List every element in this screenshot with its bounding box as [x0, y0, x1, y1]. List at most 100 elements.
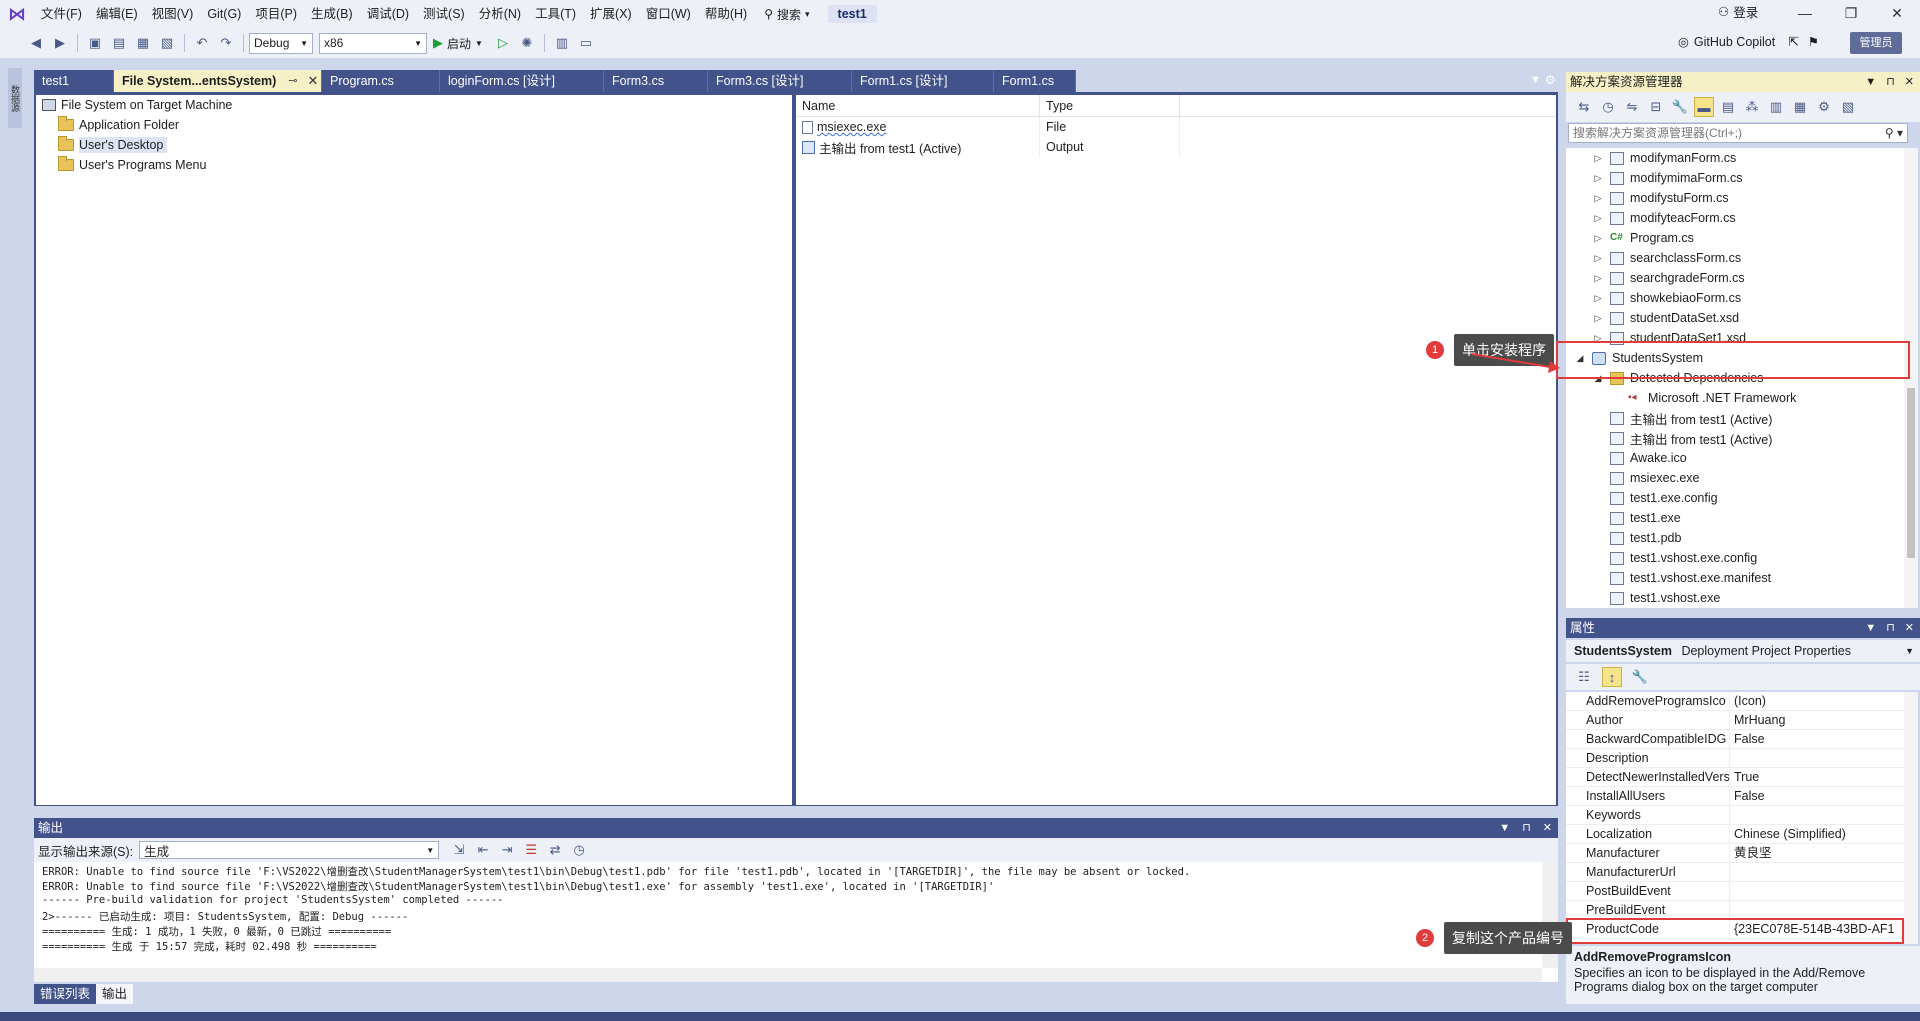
new-project-icon[interactable]: ▣ — [85, 33, 105, 53]
expand-arrow-icon[interactable]: ▷ — [1592, 173, 1604, 184]
clear-all-icon[interactable]: ☰ — [521, 840, 541, 860]
launch-conditions-icon[interactable]: ▧ — [1838, 97, 1858, 117]
tree-root[interactable]: File System on Target Machine — [36, 95, 792, 115]
share-icon[interactable]: ⇱ — [1788, 34, 1798, 49]
feedback-icon[interactable]: ⚑ — [1808, 34, 1819, 49]
menu-item[interactable]: 扩展(X) — [583, 0, 639, 28]
start-button[interactable]: ▶ 启动 ▼ — [433, 35, 483, 52]
menu-item[interactable]: 文件(F) — [34, 0, 89, 28]
chevron-down-icon[interactable]: ▼ — [1865, 618, 1876, 638]
property-value[interactable] — [1730, 901, 1904, 919]
tree-item[interactable]: ▷ modifymanForm.cs — [1566, 148, 1904, 168]
menu-item[interactable]: 调试(D) — [360, 0, 416, 28]
menu-item[interactable]: 窗口(W) — [639, 0, 698, 28]
menu-item[interactable]: 项目(P) — [248, 0, 304, 28]
tree-item[interactable]: ▷ C# Program.cs — [1566, 228, 1904, 248]
platform-select[interactable]: x86 ▼ — [319, 32, 427, 54]
document-tab[interactable]: loginForm.cs [设计] — [440, 70, 604, 92]
next-message-icon[interactable]: ⇥ — [497, 840, 517, 860]
tree-folder[interactable]: User's Programs Menu — [36, 155, 792, 175]
open-icon[interactable]: ▤ — [109, 33, 129, 53]
tree-item[interactable]: ▷ modifyteacForm.cs — [1566, 208, 1904, 228]
tree-item[interactable]: ▷ studentDataSet.xsd — [1566, 308, 1904, 328]
tab-error-list[interactable]: 错误列表 — [34, 984, 97, 1004]
save-all-icon[interactable]: ▧ — [157, 33, 177, 53]
list-item[interactable]: msiexec.exe File — [796, 117, 1556, 137]
tree-item[interactable]: test1.vshost.exe — [1566, 588, 1904, 608]
expand-arrow-icon[interactable]: ▷ — [1592, 293, 1604, 304]
property-value[interactable] — [1730, 863, 1904, 881]
property-row[interactable]: Manufacturer 黄良坚 — [1566, 844, 1904, 863]
expand-arrow-icon[interactable]: ▷ — [1592, 153, 1604, 164]
tree-item[interactable]: 主输出 from test1 (Active) — [1566, 408, 1904, 428]
configuration-select[interactable]: Debug ▼ — [249, 32, 313, 54]
tree-item[interactable]: ▷ showkebiaoForm.cs — [1566, 288, 1904, 308]
pin-icon[interactable]: ⊓ — [1522, 818, 1531, 838]
chevron-down-icon[interactable]: ▼ — [1499, 818, 1510, 838]
scroll-thumb[interactable] — [1907, 388, 1915, 558]
switch-views-icon[interactable]: ⇆ — [1574, 97, 1594, 117]
close-icon[interactable]: ✕ — [1905, 618, 1914, 638]
properties-scrollbar[interactable] — [1904, 692, 1918, 944]
menu-item[interactable]: 分析(N) — [472, 0, 528, 28]
copilot-button[interactable]: ◎ GitHub Copilot ⇱ ⚑ — [1678, 34, 1819, 50]
prev-message-icon[interactable]: ⇤ — [473, 840, 493, 860]
document-tab[interactable]: Form1.cs — [994, 70, 1076, 92]
tab-list-dropdown-icon[interactable]: ▼ — [1530, 74, 1541, 86]
property-row[interactable]: PostBuildEvent — [1566, 882, 1904, 901]
list-item[interactable]: 主输出 from test1 (Active) Output — [796, 137, 1556, 157]
property-row[interactable]: Author MrHuang — [1566, 711, 1904, 730]
pin-icon[interactable]: ⊓ — [1886, 618, 1895, 638]
save-icon[interactable]: ▦ — [133, 33, 153, 53]
minimize-button[interactable]: — — [1782, 0, 1828, 28]
pin-icon[interactable]: ⊸ — [288, 70, 297, 92]
categorized-icon[interactable]: ☷ — [1574, 667, 1594, 687]
tab-output[interactable]: 输出 — [96, 984, 134, 1004]
close-icon[interactable]: ✕ — [1905, 72, 1914, 92]
property-value[interactable]: False — [1730, 730, 1904, 748]
gear-icon[interactable]: ⚙ — [1545, 73, 1556, 87]
document-tab[interactable]: test1 — [34, 70, 114, 92]
property-pages-icon[interactable]: 🔧 — [1630, 667, 1650, 687]
close-icon[interactable]: ✕ — [307, 70, 318, 92]
sync-icon[interactable]: ⇋ — [1622, 97, 1642, 117]
hot-reload-icon[interactable]: ✺ — [517, 33, 537, 53]
file-system-editor-icon[interactable]: ▤ — [1718, 97, 1738, 117]
expand-arrow-icon[interactable]: ▷ — [1592, 313, 1604, 324]
find-message-icon[interactable]: ⇲ — [449, 840, 469, 860]
redo-icon[interactable]: ↷ — [216, 33, 236, 53]
undo-icon[interactable]: ↶ — [192, 33, 212, 53]
menu-item[interactable]: 测试(S) — [416, 0, 472, 28]
tree-item[interactable]: Awake.ico — [1566, 448, 1904, 468]
properties-object-selector[interactable]: StudentsSystem Deployment Project Proper… — [1566, 640, 1920, 662]
property-row[interactable]: Keywords — [1566, 806, 1904, 825]
property-value[interactable]: Chinese (Simplified) — [1730, 825, 1904, 843]
property-row[interactable]: Localization Chinese (Simplified) — [1566, 825, 1904, 844]
expand-arrow-icon[interactable]: ▷ — [1592, 213, 1604, 224]
output-text[interactable]: ERROR: Unable to find source file 'F:\VS… — [34, 862, 1558, 982]
property-value[interactable]: False — [1730, 787, 1904, 805]
expand-arrow-icon[interactable]: ▷ — [1592, 273, 1604, 284]
property-value[interactable]: True — [1730, 768, 1904, 786]
property-row[interactable]: DetectNewerInstalledVers True — [1566, 768, 1904, 787]
search-menu[interactable]: ⚲ 搜索 ▾ — [754, 0, 819, 28]
close-icon[interactable]: ✕ — [1543, 818, 1552, 838]
property-value[interactable]: (Icon) — [1730, 692, 1904, 710]
expand-arrow-icon[interactable]: ▷ — [1592, 193, 1604, 204]
output-horizontal-scrollbar[interactable] — [34, 968, 1542, 982]
property-value[interactable] — [1730, 882, 1904, 900]
restore-button[interactable]: ❐ — [1828, 0, 1874, 28]
back-icon[interactable]: ◀ — [26, 33, 46, 53]
property-row[interactable]: ManufacturerUrl — [1566, 863, 1904, 882]
property-row[interactable]: InstallAllUsers False — [1566, 787, 1904, 806]
document-tab[interactable]: Form3.cs — [604, 70, 708, 92]
file-types-editor-icon[interactable]: ▥ — [1766, 97, 1786, 117]
tree-folder[interactable]: User's Desktop — [36, 135, 792, 155]
preview-icon[interactable]: ▬ — [1694, 97, 1714, 117]
folder-icon[interactable]: ▥ — [552, 33, 572, 53]
custom-actions-icon[interactable]: ⚙ — [1814, 97, 1834, 117]
document-tab[interactable]: Form1.cs [设计] — [852, 70, 994, 92]
forward-icon[interactable]: ▶ — [50, 33, 70, 53]
menu-item[interactable]: 编辑(E) — [89, 0, 145, 28]
properties-wrench-icon[interactable]: 🔧 — [1670, 97, 1690, 117]
